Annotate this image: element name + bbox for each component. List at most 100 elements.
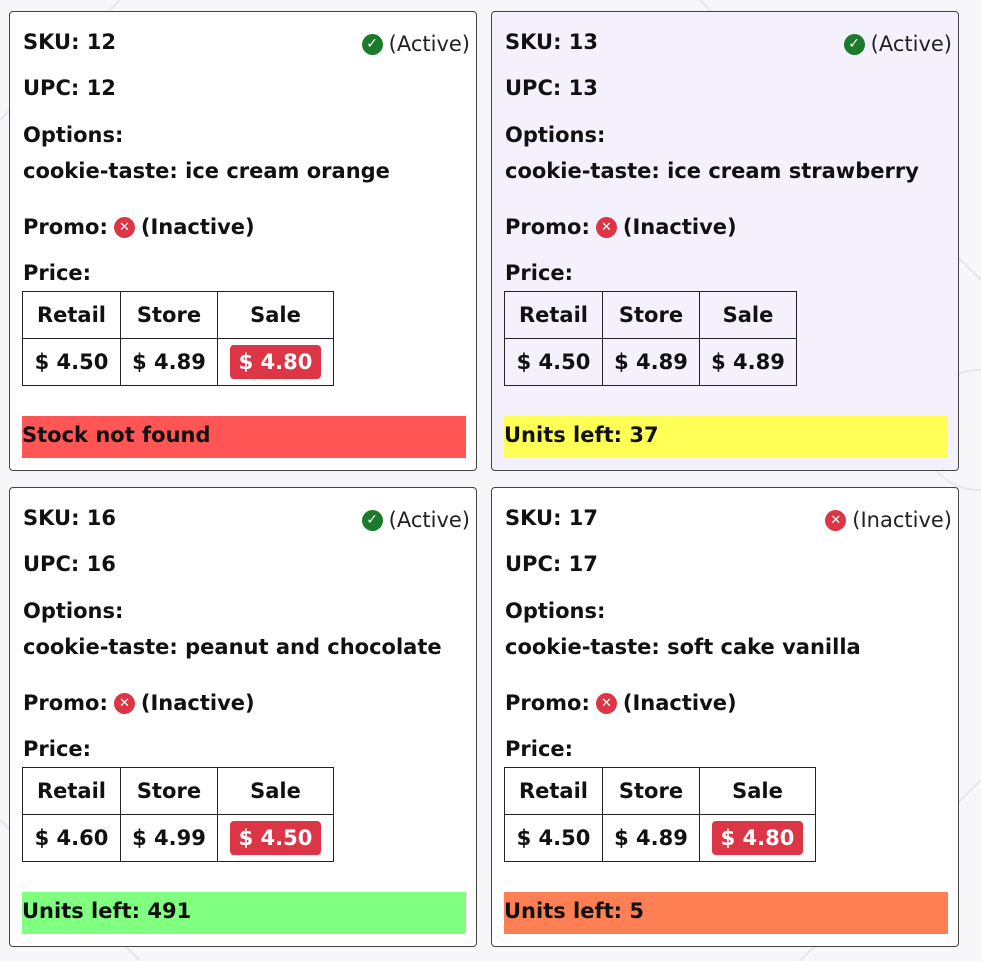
promo-status: (Inactive): [622, 215, 737, 239]
price-label: Price:: [505, 737, 574, 761]
sku-line: SKU: 13: [505, 30, 598, 54]
store-header: Store: [120, 767, 218, 815]
store-price: $ 4.99: [120, 814, 218, 862]
sale-header: Sale: [699, 767, 816, 815]
retail-header: Retail: [504, 767, 603, 815]
retail-price: $ 4.50: [504, 338, 603, 386]
upc-label: UPC:: [23, 552, 80, 576]
promo-line: Promo: ✕ (Inactive): [23, 691, 255, 715]
product-card[interactable]: ✕ (Inactive) SKU: 17 UPC: 17 Options: co…: [491, 487, 959, 947]
sale-cell: $ 4.50: [217, 814, 334, 862]
promo-label: Promo:: [505, 215, 590, 239]
sku-line: SKU: 12: [23, 30, 116, 54]
sale-price-badge: $ 4.50: [229, 821, 322, 855]
sku-line: SKU: 16: [23, 506, 116, 530]
store-header: Store: [602, 291, 700, 339]
promo-line: Promo: ✕ (Inactive): [505, 691, 737, 715]
promo-label: Promo:: [23, 215, 108, 239]
retail-header: Retail: [22, 291, 121, 339]
option-value: cookie-taste: ice cream orange: [23, 159, 390, 183]
product-card[interactable]: ✓ (Active) SKU: 16 UPC: 16 Options: cook…: [9, 487, 477, 947]
promo-line: Promo: ✕ (Inactive): [23, 215, 255, 239]
options-label: Options:: [23, 599, 124, 623]
sku-label: SKU:: [23, 30, 80, 54]
promo-label: Promo:: [23, 691, 108, 715]
promo-line: Promo: ✕ (Inactive): [505, 215, 737, 239]
check-circle-icon: ✓: [843, 33, 865, 55]
sale-cell: $ 4.80: [699, 814, 816, 862]
upc-label: UPC:: [505, 552, 562, 576]
retail-header: Retail: [22, 767, 121, 815]
x-circle-icon: ✕: [595, 692, 617, 714]
sku-value: 16: [86, 506, 117, 530]
stock-status: Units left: 37: [504, 416, 948, 458]
options-label: Options:: [505, 599, 606, 623]
upc-label: UPC:: [505, 76, 562, 100]
x-circle-icon: ✕: [825, 509, 847, 531]
price-table: Retail Store Sale $ 4.50 $ 4.89 $ 4.80: [504, 767, 816, 862]
option-value: cookie-taste: ice cream strawberry: [505, 159, 919, 183]
status-text: (Active): [870, 32, 952, 56]
x-circle-icon: ✕: [595, 216, 617, 238]
retail-price: $ 4.50: [22, 338, 121, 386]
sku-line: SKU: 17: [505, 506, 598, 530]
price-table: Retail Store Sale $ 4.50 $ 4.89 $ 4.89: [504, 291, 797, 386]
stock-status: Stock not found: [22, 416, 466, 458]
upc-line: UPC: 13: [505, 76, 598, 100]
sale-price: $ 4.89: [699, 338, 797, 386]
status-text: (Inactive): [852, 508, 952, 532]
price-label: Price:: [23, 737, 92, 761]
price-label: Price:: [505, 261, 574, 285]
stock-status: Units left: 5: [504, 892, 948, 934]
price-table: Retail Store Sale $ 4.60 $ 4.99 $ 4.50: [22, 767, 334, 862]
retail-price: $ 4.60: [22, 814, 121, 862]
promo-label: Promo:: [505, 691, 590, 715]
x-circle-icon: ✕: [113, 216, 135, 238]
upc-line: UPC: 12: [23, 76, 116, 100]
status-indicator: ✓ (Active): [843, 32, 952, 56]
upc-line: UPC: 16: [23, 552, 116, 576]
status-text: (Active): [388, 32, 470, 56]
status-indicator: ✕ (Inactive): [825, 508, 952, 532]
sale-cell: $ 4.80: [217, 338, 334, 386]
options-label: Options:: [23, 123, 124, 147]
upc-value: 16: [86, 552, 116, 576]
product-card[interactable]: ✓ (Active) SKU: 12 UPC: 12 Options: cook…: [9, 11, 477, 471]
promo-status: (Inactive): [140, 215, 255, 239]
x-circle-icon: ✕: [113, 692, 135, 714]
upc-value: 17: [568, 552, 598, 576]
option-value: cookie-taste: soft cake vanilla: [505, 635, 861, 659]
options-label: Options:: [505, 123, 606, 147]
sale-price-badge: $ 4.80: [229, 345, 322, 379]
promo-status: (Inactive): [140, 691, 255, 715]
upc-value: 13: [568, 76, 598, 100]
sku-value: 12: [86, 30, 117, 54]
stock-status: Units left: 491: [22, 892, 466, 934]
sale-header: Sale: [699, 291, 797, 339]
upc-label: UPC:: [23, 76, 80, 100]
sku-label: SKU:: [23, 506, 80, 530]
sku-label: SKU:: [505, 506, 562, 530]
store-price: $ 4.89: [602, 338, 700, 386]
store-price: $ 4.89: [120, 338, 218, 386]
check-circle-icon: ✓: [361, 509, 383, 531]
status-indicator: ✓ (Active): [361, 32, 470, 56]
store-header: Store: [120, 291, 218, 339]
sale-header: Sale: [217, 767, 334, 815]
upc-value: 12: [86, 76, 116, 100]
status-text: (Active): [388, 508, 470, 532]
sku-value: 13: [568, 30, 599, 54]
sku-label: SKU:: [505, 30, 562, 54]
promo-status: (Inactive): [622, 691, 737, 715]
status-indicator: ✓ (Active): [361, 508, 470, 532]
option-value: cookie-taste: peanut and chocolate: [23, 635, 442, 659]
upc-line: UPC: 17: [505, 552, 598, 576]
sku-value: 17: [568, 506, 599, 530]
sale-price-badge: $ 4.80: [711, 821, 804, 855]
store-header: Store: [602, 767, 700, 815]
check-circle-icon: ✓: [361, 33, 383, 55]
retail-price: $ 4.50: [504, 814, 603, 862]
price-label: Price:: [23, 261, 92, 285]
product-card[interactable]: ✓ (Active) SKU: 13 UPC: 13 Options: cook…: [491, 11, 959, 471]
store-price: $ 4.89: [602, 814, 700, 862]
